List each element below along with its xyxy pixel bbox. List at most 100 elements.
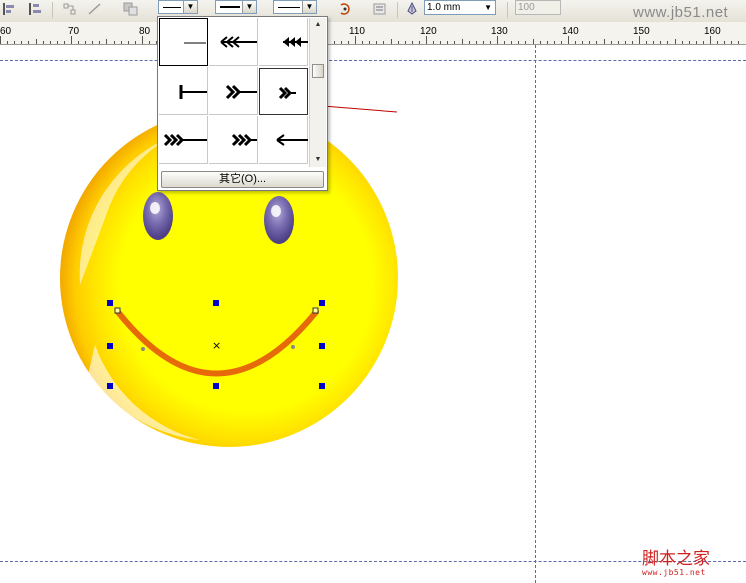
ruler-tick [71, 36, 72, 44]
selection-handle[interactable] [319, 343, 325, 349]
ruler-label: 130 [491, 26, 508, 37]
selection-handle[interactable] [213, 300, 219, 306]
convert-icon[interactable] [337, 2, 353, 16]
right-eye[interactable] [264, 196, 294, 244]
ruler-label: 120 [420, 26, 437, 37]
ruler-tick [653, 41, 654, 44]
ruler-label: 110 [349, 26, 365, 37]
ruler-tick [362, 41, 363, 44]
ruler-tick [454, 41, 455, 44]
ruler-tick [696, 41, 697, 44]
ruler-tick [462, 39, 463, 44]
ruler-tick [128, 41, 129, 44]
ruler-tick [121, 41, 122, 44]
ruler-tick [525, 41, 526, 44]
line-tool-icon[interactable] [87, 2, 103, 16]
ruler-tick [639, 36, 640, 44]
arrow-option-tail-bar[interactable] [159, 67, 208, 115]
ruler-tick [518, 41, 519, 44]
chevron-down-icon[interactable]: ▼ [302, 1, 316, 13]
ruler-tick [135, 41, 136, 44]
chevron-down-icon[interactable]: ▼ [242, 1, 256, 13]
right-eye-shine [271, 205, 281, 217]
ruler-tick [547, 41, 548, 44]
outline-width-value: 1.0 mm [427, 2, 461, 13]
site-watermark: www.jb51.net [633, 4, 729, 21]
arrow-option-none[interactable] [159, 18, 208, 66]
outline-width-select[interactable]: 1.0 mm ▼ [424, 0, 496, 15]
drawing-canvas[interactable]: × 脚本之家 www.jb51.net [0, 45, 746, 583]
scroll-thumb[interactable] [312, 64, 324, 78]
ruler-tick [568, 36, 569, 44]
align-icon[interactable] [1, 2, 17, 16]
left-eye[interactable] [143, 192, 173, 240]
ruler-label: 80 [139, 26, 151, 37]
ruler-tick [85, 41, 86, 44]
svg-text:www.jb51.net: www.jb51.net [642, 568, 706, 577]
ruler-tick [433, 41, 434, 44]
popup-scrollbar[interactable]: ▲ ▼ [309, 18, 326, 167]
ruler-tick [554, 41, 555, 44]
selection-handle[interactable] [107, 300, 113, 306]
ruler-tick [334, 41, 335, 44]
other-arrows-button[interactable]: 其它(O)... [161, 171, 324, 188]
end-arrow-preview [278, 7, 300, 8]
ruler-tick [511, 41, 512, 44]
selection-handle[interactable] [213, 383, 219, 389]
ruler-tick [376, 41, 377, 44]
ruler-tick [341, 41, 342, 44]
node-handle[interactable] [312, 307, 319, 314]
ruler-tick [646, 41, 647, 44]
ruler-tick [504, 41, 505, 44]
selection-handle[interactable] [319, 300, 325, 306]
ruler-tick [703, 41, 704, 44]
chevron-down-icon[interactable]: ▼ [484, 1, 492, 14]
selection-handle[interactable] [107, 383, 113, 389]
ruler-tick [391, 39, 392, 44]
arrange-icon[interactable] [123, 2, 139, 16]
wrap-icon[interactable] [372, 2, 388, 16]
center-marker-icon[interactable]: × [212, 339, 221, 352]
ruler-tick [483, 41, 484, 44]
svg-text:脚本之家: 脚本之家 [642, 549, 710, 569]
ruler-tick [92, 41, 93, 44]
ruler-tick [114, 41, 115, 44]
arrow-option-triple-arrow-left[interactable] [259, 18, 308, 66]
ruler-tick [575, 41, 576, 44]
end-arrow-dropdown[interactable]: ▼ [273, 0, 317, 14]
arrow-option-triple-chevron-right[interactable] [159, 116, 208, 164]
control-point[interactable] [141, 347, 145, 351]
ruler-tick [625, 41, 626, 44]
arrow-option-triple-chevron-right-2[interactable] [209, 116, 258, 164]
arrow-option-double-chevron-right-small[interactable] [259, 68, 308, 115]
start-arrow-dropdown[interactable]: ▼ [158, 0, 198, 14]
scroll-up-icon[interactable]: ▲ [310, 18, 326, 32]
smiley-drawing[interactable]: × [0, 45, 746, 583]
ruler-tick [355, 36, 356, 44]
selection-handle[interactable] [107, 343, 113, 349]
ruler-tick [667, 41, 668, 44]
ruler-tick [731, 41, 732, 44]
node-handle[interactable] [114, 307, 121, 314]
scroll-down-icon[interactable]: ▼ [310, 153, 326, 167]
ruler-tick [540, 41, 541, 44]
selection-handle[interactable] [319, 383, 325, 389]
ruler-tick [106, 39, 107, 44]
arrow-option-double-chevron-right[interactable] [209, 67, 258, 115]
control-point[interactable] [291, 345, 295, 349]
ruler-tick [419, 41, 420, 44]
connect-icon[interactable] [62, 2, 78, 16]
ruler-tick [383, 41, 384, 44]
ruler-tick [447, 41, 448, 44]
ruler-tick [724, 41, 725, 44]
arrow-option-triple-chevron-left[interactable] [209, 18, 258, 66]
horizontal-ruler[interactable]: 60 70 80 110 120 130 140 150 160 [0, 22, 746, 45]
line-style-dropdown[interactable]: ▼ [215, 0, 257, 14]
ruler-tick [738, 41, 739, 44]
chevron-down-icon[interactable]: ▼ [183, 1, 197, 13]
ruler-tick [36, 39, 37, 44]
ruler-tick [14, 41, 15, 44]
arrowhead-picker-popup[interactable]: ▲ ▼ 其它(O)... [157, 16, 328, 191]
arrow-option-arrow-left[interactable] [259, 116, 308, 164]
distribute-icon[interactable] [27, 2, 43, 16]
